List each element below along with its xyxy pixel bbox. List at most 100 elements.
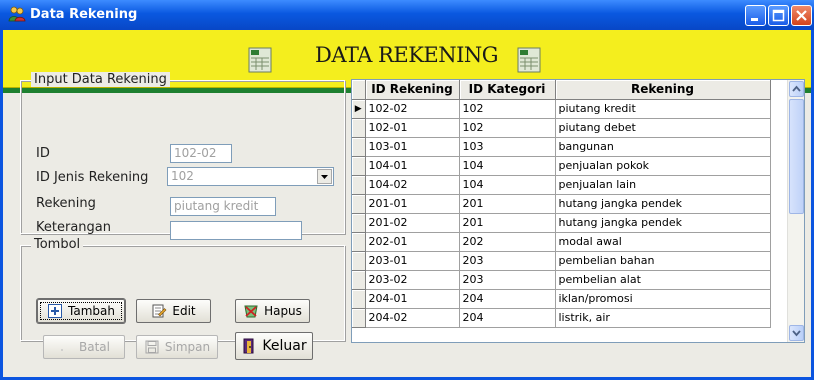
cell-id-rekening[interactable]: 104-01 [365, 156, 460, 176]
cell-id-kategori[interactable]: 102 [459, 99, 556, 119]
dropdown-button[interactable] [317, 169, 332, 184]
cell-rekening[interactable]: piutang debet [555, 118, 771, 138]
spreadsheet-icon [517, 47, 541, 73]
table-row[interactable]: 203-01 203 pembelian bahan [352, 251, 771, 271]
cell-id-kategori[interactable]: 201 [459, 194, 556, 214]
cell-id-rekening[interactable]: 203-02 [365, 270, 460, 290]
cell-rekening[interactable]: modal awal [555, 232, 771, 252]
cell-rekening[interactable]: pembelian bahan [555, 251, 771, 271]
id-field[interactable]: 102-02 [170, 144, 232, 163]
table-row[interactable]: 201-02 201 hutang jangka pendek [352, 213, 771, 233]
cell-id-rekening[interactable]: 201-02 [365, 213, 460, 233]
add-icon [48, 304, 63, 318]
table-row[interactable]: 204-02 204 listrik, air [352, 308, 771, 328]
simpan-button[interactable]: Simpan [136, 335, 218, 359]
cell-id-kategori[interactable]: 203 [459, 270, 556, 290]
table-row[interactable]: ▶ 102-02 102 piutang kredit [352, 99, 771, 119]
row-indicator [352, 118, 366, 138]
row-indicator [352, 289, 366, 309]
jenis-rekening-select[interactable]: 102 [167, 167, 334, 186]
row-indicator [352, 251, 366, 271]
cell-id-kategori[interactable]: 204 [459, 289, 556, 309]
scroll-up-button[interactable] [789, 81, 804, 97]
cell-id-kategori[interactable]: 202 [459, 232, 556, 252]
input-group-label: Input Data Rekening [31, 72, 170, 87]
cell-id-rekening[interactable]: 104-02 [365, 175, 460, 195]
banner-title: DATA REKENING [315, 43, 499, 67]
batal-button[interactable]: Batal [43, 335, 125, 359]
close-button[interactable] [791, 5, 812, 26]
keluar-button[interactable]: Keluar [235, 332, 313, 360]
vertical-scrollbar[interactable] [787, 80, 804, 342]
row-indicator [352, 213, 366, 233]
cell-id-kategori[interactable]: 104 [459, 175, 556, 195]
rekening-field[interactable]: piutang kredit [170, 197, 276, 216]
edit-button[interactable]: Edit [136, 299, 211, 323]
hapus-button[interactable]: Hapus [235, 299, 310, 323]
table-row[interactable]: 104-01 104 penjualan pokok [352, 156, 771, 176]
chevron-down-icon [792, 330, 801, 337]
table-row[interactable]: 104-02 104 penjualan lain [352, 175, 771, 195]
users-app-icon [8, 6, 26, 22]
row-indicator [352, 137, 366, 157]
cell-rekening[interactable]: hutang jangka pendek [555, 213, 771, 233]
column-header-id-rekening[interactable]: ID Rekening [365, 80, 460, 100]
cell-id-rekening[interactable]: 202-01 [365, 232, 460, 252]
scroll-down-button[interactable] [789, 325, 804, 341]
title-bar[interactable]: Data Rekening [0, 0, 814, 30]
table-row[interactable]: 201-01 201 hutang jangka pendek [352, 194, 771, 214]
cell-id-rekening[interactable]: 103-01 [365, 137, 460, 157]
maximize-button[interactable] [768, 5, 789, 26]
current-row-indicator-icon: ▶ [352, 99, 366, 119]
cell-id-kategori[interactable]: 204 [459, 308, 556, 328]
chevron-up-icon [792, 85, 801, 92]
tambah-button[interactable]: Tambah [37, 299, 125, 323]
cell-rekening[interactable]: bangunan [555, 137, 771, 157]
cell-id-rekening[interactable]: 204-02 [365, 308, 460, 328]
cell-id-rekening[interactable]: 102-01 [365, 118, 460, 138]
keterangan-field[interactable] [170, 221, 302, 240]
simpan-label: Simpan [164, 340, 211, 354]
rekening-label: Rekening [36, 196, 96, 211]
cell-rekening[interactable]: hutang jangka pendek [555, 194, 771, 214]
table-row[interactable]: 202-01 202 modal awal [352, 232, 771, 252]
column-header-rekening[interactable]: Rekening [555, 80, 771, 100]
cell-id-kategori[interactable]: 104 [459, 156, 556, 176]
table-row[interactable]: 203-02 203 pembelian alat [352, 270, 771, 290]
save-disk-icon [145, 340, 159, 354]
table-row[interactable]: 204-01 204 iklan/promosi [352, 289, 771, 309]
undo-icon [61, 349, 63, 351]
cell-id-kategori[interactable]: 201 [459, 213, 556, 233]
table-header-row: ID Rekening ID Kategori Rekening [352, 80, 771, 100]
cell-rekening[interactable]: penjualan pokok [555, 156, 771, 176]
cell-rekening[interactable]: listrik, air [555, 308, 771, 328]
jenis-rekening-label: ID Jenis Rekening [36, 170, 149, 185]
cell-rekening[interactable]: iklan/promosi [555, 289, 771, 309]
row-indicator [352, 175, 366, 195]
scrollbar-thumb[interactable] [789, 99, 804, 214]
edit-label: Edit [172, 304, 196, 318]
table-row[interactable]: 102-01 102 piutang debet [352, 118, 771, 138]
cell-id-kategori[interactable]: 103 [459, 137, 556, 157]
cell-id-rekening[interactable]: 204-01 [365, 289, 460, 309]
row-indicator [352, 156, 366, 176]
column-header-id-kategori[interactable]: ID Kategori [459, 80, 556, 100]
cell-rekening[interactable]: penjualan lain [555, 175, 771, 195]
cell-rekening[interactable]: pembelian alat [555, 270, 771, 290]
cell-id-rekening[interactable]: 203-01 [365, 251, 460, 271]
cell-id-rekening[interactable]: 102-02 [365, 99, 460, 119]
rekening-table: ID Rekening ID Kategori Rekening ▶ 102-0… [352, 80, 771, 328]
keterangan-label: Keterangan [36, 220, 111, 235]
keluar-label: Keluar [262, 338, 307, 354]
cell-id-rekening[interactable]: 201-01 [365, 194, 460, 214]
tambah-label: Tambah [68, 304, 115, 318]
cell-id-kategori[interactable]: 203 [459, 251, 556, 271]
spreadsheet-icon [248, 47, 272, 73]
tombol-group-label: Tombol [31, 237, 84, 252]
table-row[interactable]: 103-01 103 bangunan [352, 137, 771, 157]
cell-rekening[interactable]: piutang kredit [555, 99, 771, 119]
minimize-button[interactable] [745, 5, 766, 26]
rekening-data-grid[interactable]: ID Rekening ID Kategori Rekening ▶ 102-0… [351, 79, 805, 343]
row-indicator [352, 194, 366, 214]
cell-id-kategori[interactable]: 102 [459, 118, 556, 138]
